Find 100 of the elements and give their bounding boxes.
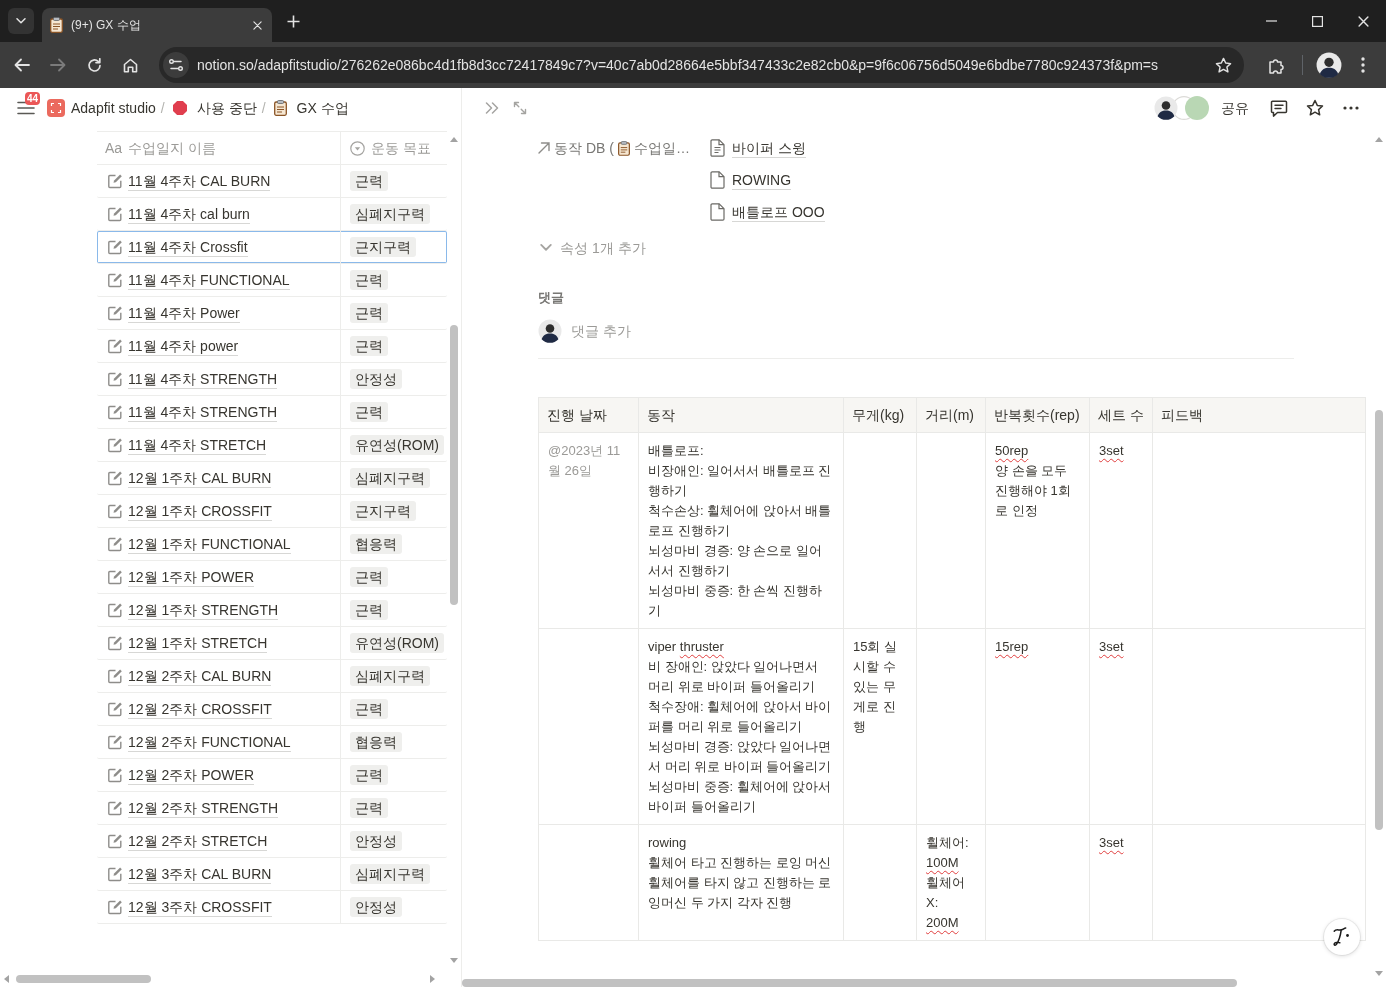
table-row[interactable]: 11월 4주차 Crossfit 근지구력 bbox=[97, 231, 447, 264]
table-row[interactable]: 12월 3주차 CROSSFIT 안정성 bbox=[97, 891, 447, 924]
table-cell: 15rep bbox=[985, 628, 1090, 825]
page-title-link[interactable]: 11월 4주차 cal burn bbox=[128, 204, 250, 224]
scrollbar-thumb[interactable] bbox=[462, 978, 1237, 987]
page-title-link[interactable]: 12월 2주차 POWER bbox=[128, 765, 255, 785]
script-letter-icon bbox=[1333, 927, 1351, 947]
table-row[interactable]: 12월 2주차 STRETCH 안정성 bbox=[97, 825, 447, 858]
related-page-link[interactable]: 배틀로프 OOO bbox=[732, 202, 825, 222]
scroll-up-arrow-icon[interactable] bbox=[450, 137, 458, 142]
select-tag: 근력 bbox=[350, 402, 388, 422]
page-title-link[interactable]: 12월 1주차 STRENGTH bbox=[128, 600, 279, 620]
column-header[interactable]: 거리(m) bbox=[916, 397, 986, 433]
table-row[interactable]: 12월 2주차 CAL BURN 심폐지구력 bbox=[97, 660, 447, 693]
scroll-down-arrow-icon[interactable] bbox=[1375, 971, 1383, 976]
page-title-link[interactable]: 12월 1주차 STRETCH bbox=[128, 633, 268, 653]
comments-heading: 댓글 bbox=[538, 289, 564, 307]
page-title-link[interactable]: 11월 4주차 STRENGTH bbox=[128, 369, 278, 389]
column-header[interactable]: 피드백 bbox=[1152, 397, 1366, 433]
select-tag: 안정성 bbox=[350, 897, 402, 917]
table-cell: 50rep 양 손을 모두 진행해야 1회로 인정 bbox=[985, 432, 1090, 629]
select-tag: 유연성(ROM) bbox=[350, 435, 444, 455]
breadcrumb-link[interactable]: GX 수업 bbox=[296, 95, 349, 121]
table-cell: 배틀로프: 비장애인: 일어서서 배틀로프 진행하기 척수손상: 휠체어에 앉아서 배틀로프 진행하기 뇌성마비 경증: 양 손으로 일어서서 진행하기 뇌성마비 중증: 한 손씩 진행하기 bbox=[638, 432, 844, 629]
scroll-down-arrow-icon[interactable] bbox=[450, 958, 458, 963]
table-cell: 3set bbox=[1089, 628, 1153, 825]
browser-tab[interactable]: (9+) GX 수업 bbox=[42, 8, 272, 42]
column-header[interactable]: 무게(kg) bbox=[843, 397, 917, 433]
table-row[interactable]: 11월 4주차 FUNCTIONAL 근력 bbox=[97, 264, 447, 297]
table-row[interactable]: 12월 1주차 CROSSFIT 근지구력 bbox=[97, 495, 447, 528]
table-row[interactable]: 11월 4주차 CAL BURN 근력 bbox=[97, 165, 447, 198]
page-title-link[interactable]: 12월 3주차 CAL BURN bbox=[128, 864, 272, 884]
page-title-link[interactable]: 11월 4주차 Power bbox=[128, 303, 240, 323]
comment-icon bbox=[1270, 99, 1288, 117]
floating-action-button[interactable] bbox=[1324, 919, 1360, 955]
table-row[interactable]: 12월 1주차 POWER 근력 bbox=[97, 561, 447, 594]
edit-page-icon bbox=[107, 899, 123, 915]
table-row[interactable]: 12월 2주차 CROSSFIT 근력 bbox=[97, 693, 447, 726]
edit-page-icon bbox=[107, 404, 123, 420]
table-cell: viper thruster 비 장애인: 앉았다 일어나면서 머리 위로 바이퍼 들어올리기 척수장애: 휠체어에 앉아서 바이퍼를 머리 위로 들어올리기 뇌성마비 경증: 앉았다 일어나면서 머리 위로 바이퍼 들어올리기 뇌성마비 중증: 휠체어에 앉아서 바이퍼 들어올리기 bbox=[638, 628, 844, 825]
breadcrumb-link[interactable]: Adapfit studio bbox=[71, 95, 156, 121]
table-row[interactable]: 12월 3주차 CAL BURN 심폐지구력 bbox=[97, 858, 447, 891]
related-page-link[interactable]: ROWING bbox=[732, 170, 792, 190]
table-row[interactable]: 11월 4주차 STRENGTH 근력 bbox=[97, 396, 447, 429]
page-title-link[interactable]: 12월 2주차 STRENGTH bbox=[128, 798, 279, 818]
column-header[interactable]: 동작 bbox=[638, 397, 844, 433]
table-row[interactable]: 11월 4주차 Power 근력 bbox=[97, 297, 447, 330]
share-button[interactable]: 공유 bbox=[1215, 95, 1255, 121]
table-row[interactable]: 12월 2주차 POWER 근력 bbox=[97, 759, 447, 792]
page-title-link[interactable]: 12월 2주차 CAL BURN bbox=[128, 666, 272, 686]
page-title-link[interactable]: 12월 1주차 POWER bbox=[128, 567, 255, 587]
table-row[interactable]: 12월 1주차 STRETCH 유연성(ROM) bbox=[97, 627, 447, 660]
page-title-link[interactable]: 12월 1주차 CROSSFIT bbox=[128, 501, 272, 521]
page-title-link[interactable]: 11월 4주차 CAL BURN bbox=[128, 171, 271, 191]
scrollbar-thumb[interactable] bbox=[16, 974, 151, 983]
table-cell: @2023년 11월 26일 bbox=[538, 432, 639, 629]
scroll-up-arrow-icon[interactable] bbox=[1375, 137, 1383, 142]
page-title-link[interactable]: 12월 3주차 CROSSFIT bbox=[128, 897, 272, 917]
page-title-link[interactable]: 11월 4주차 Crossfit bbox=[128, 237, 248, 257]
table-row[interactable]: 12월 1주차 CAL BURN 심폐지구력 bbox=[97, 462, 447, 495]
page-title-link[interactable]: 12월 2주차 FUNCTIONAL bbox=[128, 732, 291, 752]
select-tag: 협응력 bbox=[350, 534, 402, 554]
select-tag: 근력 bbox=[350, 270, 388, 290]
clipboard-icon bbox=[273, 100, 287, 116]
select-tag: 심폐지구력 bbox=[350, 468, 430, 488]
tab-title: (9+) GX 수업 bbox=[71, 17, 142, 34]
page-title-link[interactable]: 11월 4주차 STRETCH bbox=[128, 435, 267, 455]
scrollbar-thumb[interactable] bbox=[450, 325, 458, 605]
select-tag: 근력 bbox=[350, 567, 388, 587]
page-title-link[interactable]: 11월 4주차 STRENGTH bbox=[128, 402, 278, 422]
column-header[interactable]: 진행 날짜 bbox=[538, 397, 639, 433]
dropdown-circle-icon bbox=[350, 140, 365, 156]
page-title-link[interactable]: 11월 4주차 power bbox=[128, 336, 239, 356]
table-row[interactable]: 11월 4주차 STRENGTH 안정성 bbox=[97, 363, 447, 396]
tab-list-button[interactable] bbox=[8, 8, 34, 34]
table-row[interactable]: 11월 4주차 STRETCH 유연성(ROM) bbox=[97, 429, 447, 462]
breadcrumb-link[interactable]: 사용 중단 bbox=[196, 95, 257, 121]
address-bar[interactable]: notion.so/adapfitstudio/276262e086bc4d1fb8d3cc72417849c7?v=40c7ab0d28664e5bbf347433c2e82cb0&p=9f6c06756d5049e6bdbe7780c924373f&pm=s bbox=[159, 47, 1244, 83]
table-row[interactable]: 11월 4주차 cal burn 심폐지구력 bbox=[97, 198, 447, 231]
page-title-link[interactable]: 12월 1주차 FUNCTIONAL bbox=[128, 534, 291, 554]
column-header[interactable]: 반복횟수(rep) bbox=[985, 397, 1090, 433]
table-row[interactable]: 12월 2주차 STRENGTH 근력 bbox=[97, 792, 447, 825]
edit-page-icon bbox=[107, 668, 123, 684]
reload-icon bbox=[86, 57, 102, 73]
table-row[interactable]: 12월 1주차 FUNCTIONAL 협응력 bbox=[97, 528, 447, 561]
table-row[interactable]: 12월 2주차 FUNCTIONAL 협응력 bbox=[97, 726, 447, 759]
table-row[interactable]: 12월 1주차 STRENGTH 근력 bbox=[97, 594, 447, 627]
scrollbar-thumb[interactable] bbox=[1375, 410, 1383, 830]
page-title-link[interactable]: 12월 1주차 CAL BURN bbox=[128, 468, 272, 488]
page-title-link[interactable]: 12월 2주차 STRETCH bbox=[128, 831, 268, 851]
related-page-link[interactable]: 바이퍼 스윙 bbox=[732, 138, 806, 158]
select-tag: 근력 bbox=[350, 336, 388, 356]
scroll-right-arrow-icon[interactable] bbox=[430, 974, 435, 983]
chevron-down-icon bbox=[16, 18, 26, 24]
table-row[interactable]: 11월 4주차 power 근력 bbox=[97, 330, 447, 363]
page-title-link[interactable]: 11월 4주차 FUNCTIONAL bbox=[128, 270, 290, 290]
blank-page-icon bbox=[710, 203, 725, 221]
column-header[interactable]: 세트 수 bbox=[1089, 397, 1153, 433]
page-title-link[interactable]: 12월 2주차 CROSSFIT bbox=[128, 699, 272, 719]
scroll-left-arrow-icon[interactable] bbox=[4, 974, 9, 983]
